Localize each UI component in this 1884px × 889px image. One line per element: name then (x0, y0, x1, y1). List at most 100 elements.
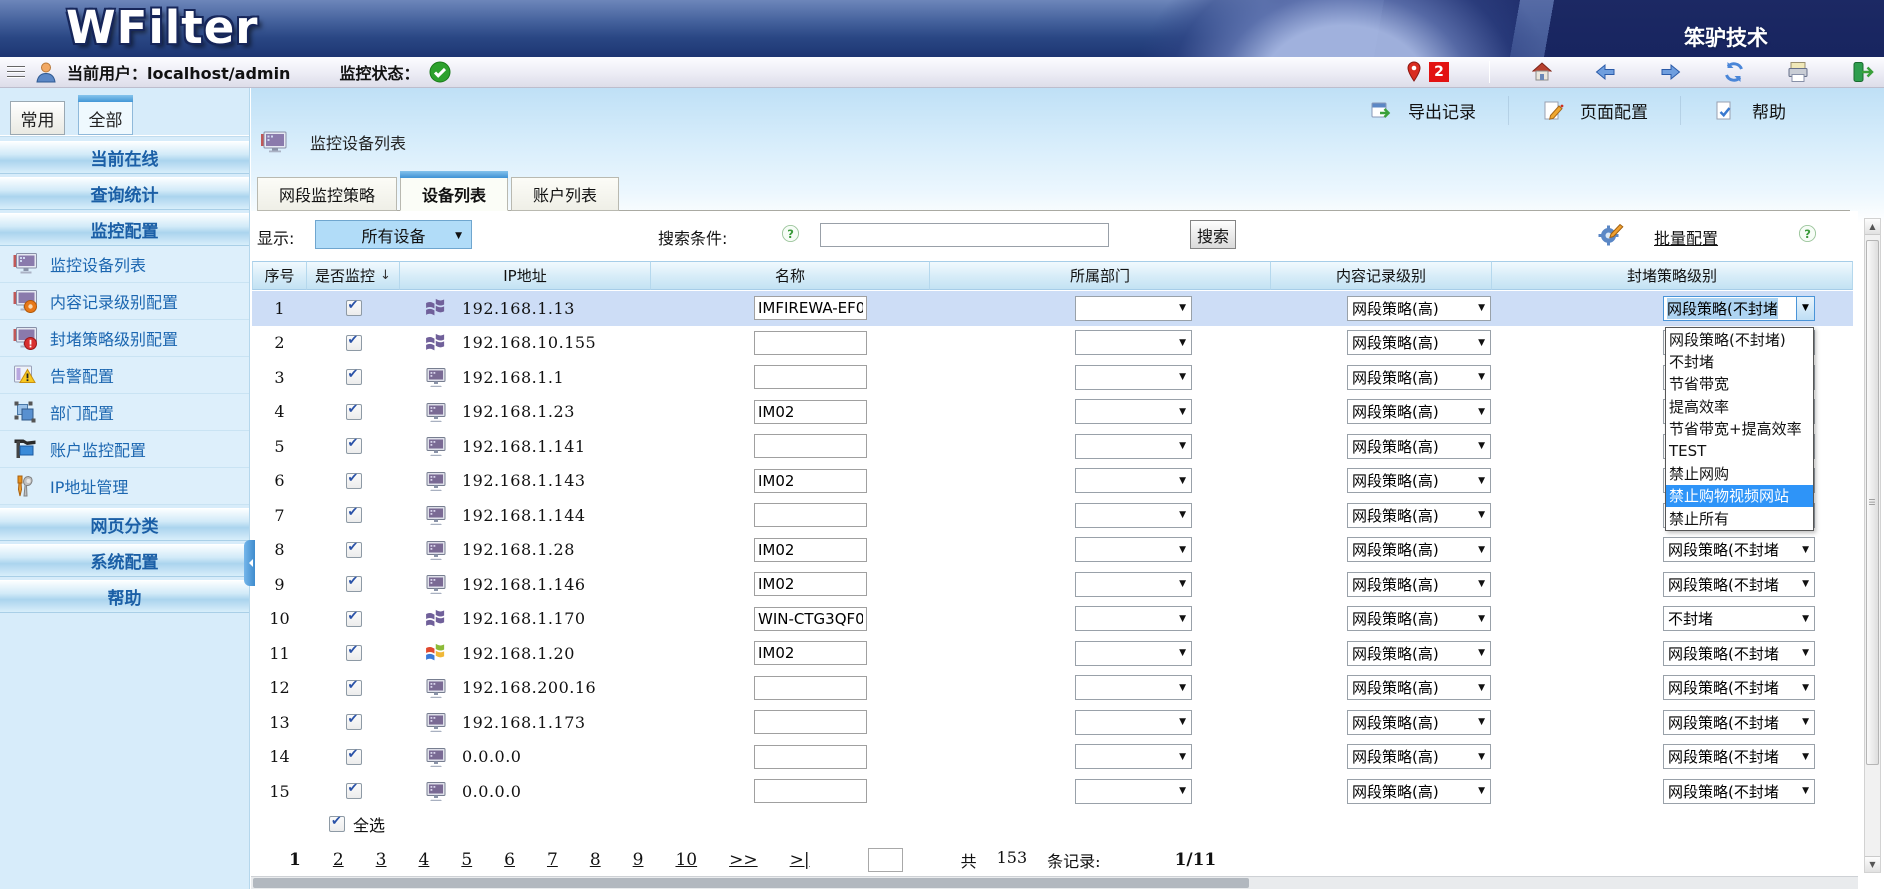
monitor-checkbox[interactable] (346, 576, 362, 592)
sidebar-section-系统配置[interactable]: 系统配置 (0, 544, 249, 577)
device-name-input[interactable] (754, 710, 867, 734)
monitor-checkbox[interactable] (346, 783, 362, 799)
dropdown-option[interactable]: 不封堵 (1666, 350, 1813, 372)
monitor-checkbox[interactable] (346, 438, 362, 454)
device-name-input[interactable] (754, 503, 867, 527)
content-level-select[interactable]: 网段策略(高)▼ (1347, 434, 1491, 459)
content-level-select[interactable]: 网段策略(高)▼ (1347, 641, 1491, 666)
printer-icon[interactable] (1786, 60, 1810, 84)
refresh-icon[interactable] (1722, 60, 1746, 84)
content-level-select[interactable]: 网段策略(高)▼ (1347, 399, 1491, 424)
page-link-4[interactable]: 4 (419, 850, 430, 870)
device-name-input[interactable] (754, 434, 867, 458)
vertical-scrollbar[interactable]: ▲ ☰ ▼ (1864, 218, 1881, 873)
page-link-7[interactable]: 7 (547, 850, 558, 870)
page-link-6[interactable]: 6 (504, 850, 515, 870)
page-link-9[interactable]: 9 (633, 850, 644, 870)
department-select[interactable]: ▼ (1075, 744, 1192, 769)
search-input[interactable] (820, 223, 1109, 247)
sidebar-tab-常用[interactable]: 常用 (10, 101, 65, 135)
content-level-select[interactable]: 网段策略(高)▼ (1347, 675, 1491, 700)
monitor-checkbox[interactable] (346, 749, 362, 765)
device-name-input[interactable] (754, 607, 867, 631)
content-level-select[interactable]: 网段策略(高)▼ (1347, 572, 1491, 597)
content-level-select[interactable]: 网段策略(高)▼ (1347, 710, 1491, 735)
tab-账户列表[interactable]: 账户列表 (511, 177, 619, 211)
column-header-封堵策略级别[interactable]: 封堵策略级别 (1492, 261, 1853, 290)
content-level-select[interactable]: 网段策略(高)▼ (1347, 468, 1491, 493)
alert-count-badge[interactable]: 2 (1429, 62, 1449, 82)
device-name-input[interactable] (754, 779, 867, 803)
tab-设备列表[interactable]: 设备列表 (400, 177, 508, 211)
monitor-checkbox[interactable] (346, 645, 362, 661)
select-all-checkbox[interactable] (329, 816, 345, 832)
dropdown-option[interactable]: TEST (1666, 440, 1813, 462)
page-link-10[interactable]: 10 (675, 850, 697, 870)
block-policy-select[interactable]: 网段策略(不封堵▼ (1663, 296, 1815, 321)
content-level-select[interactable]: 网段策略(高)▼ (1347, 606, 1491, 631)
vertical-scrollbar-thumb[interactable]: ☰ (1866, 240, 1879, 765)
department-select[interactable]: ▼ (1075, 503, 1192, 528)
content-level-select[interactable]: 网段策略(高)▼ (1347, 365, 1491, 390)
dropdown-option[interactable]: 禁止所有 (1666, 507, 1813, 529)
sidebar-section-网页分类[interactable]: 网页分类 (0, 508, 249, 541)
department-select[interactable]: ▼ (1075, 779, 1192, 804)
device-name-input[interactable] (754, 296, 867, 320)
search-button[interactable]: 搜索 (1190, 220, 1236, 249)
menu-icon[interactable] (7, 66, 25, 78)
department-select[interactable]: ▼ (1075, 468, 1192, 493)
block-policy-select[interactable]: 网段策略(不封堵▼ (1663, 537, 1815, 562)
department-select[interactable]: ▼ (1075, 434, 1192, 459)
column-header-是否监控[interactable]: 是否监控↓ (307, 261, 400, 290)
device-name-input[interactable] (754, 676, 867, 700)
page-config-button[interactable]: 页面配置 (1508, 96, 1680, 125)
export-records-button[interactable]: 导出记录 (1337, 96, 1508, 125)
device-name-input[interactable] (754, 331, 867, 355)
department-select[interactable]: ▼ (1075, 675, 1192, 700)
device-name-input[interactable] (754, 641, 867, 665)
monitor-checkbox[interactable] (346, 542, 362, 558)
horizontal-scrollbar-thumb[interactable] (253, 878, 1249, 888)
sidebar-item-账户监控配置[interactable]: 账户监控配置 (0, 431, 249, 468)
batch-help-icon[interactable]: ? (1798, 224, 1817, 243)
sidebar-section-监控配置[interactable]: 监控配置 (0, 213, 249, 246)
page-link-8[interactable]: 8 (590, 850, 601, 870)
sidebar-section-查询统计[interactable]: 查询统计 (0, 177, 249, 210)
monitor-checkbox[interactable] (346, 300, 362, 316)
block-policy-select[interactable]: 网段策略(不封堵▼ (1663, 572, 1815, 597)
department-select[interactable]: ▼ (1075, 606, 1192, 631)
sidebar-item-部门配置[interactable]: 部门配置 (0, 394, 249, 431)
sidebar-collapse-handle[interactable] (244, 540, 255, 586)
back-arrow-icon[interactable] (1594, 60, 1618, 84)
monitor-checkbox[interactable] (346, 335, 362, 351)
page-link->>[interactable]: >> (729, 850, 758, 870)
content-level-select[interactable]: 网段策略(高)▼ (1347, 779, 1491, 804)
department-select[interactable]: ▼ (1075, 330, 1192, 355)
device-name-input[interactable] (754, 400, 867, 424)
dropdown-option[interactable]: 禁止网购 (1666, 462, 1813, 484)
forward-arrow-icon[interactable] (1658, 60, 1682, 84)
sidebar-item-告警配置[interactable]: 告警配置 (0, 357, 249, 394)
monitor-checkbox[interactable] (346, 507, 362, 523)
horizontal-scrollbar[interactable] (251, 876, 1858, 889)
alert-pin-icon[interactable] (1402, 60, 1426, 84)
block-policy-select[interactable]: 网段策略(不封堵▼ (1663, 675, 1815, 700)
dropdown-option[interactable]: 节省带宽+提高效率 (1666, 418, 1813, 440)
department-select[interactable]: ▼ (1075, 641, 1192, 666)
column-header-内容记录级别[interactable]: 内容记录级别 (1271, 261, 1492, 290)
monitor-checkbox[interactable] (346, 369, 362, 385)
monitor-checkbox[interactable] (346, 473, 362, 489)
sidebar-item-监控设备列表[interactable]: 监控设备列表 (0, 246, 249, 283)
sidebar-item-IP地址管理[interactable]: IP地址管理 (0, 468, 249, 505)
department-select[interactable]: ▼ (1075, 710, 1192, 735)
department-select[interactable]: ▼ (1075, 296, 1192, 321)
monitor-checkbox[interactable] (346, 680, 362, 696)
department-select[interactable]: ▼ (1075, 572, 1192, 597)
device-filter-select[interactable]: 所有设备 ▼ (315, 220, 472, 249)
block-policy-select[interactable]: 网段策略(不封堵▼ (1663, 779, 1815, 804)
content-level-select[interactable]: 网段策略(高)▼ (1347, 744, 1491, 769)
column-header-IP地址[interactable]: IP地址 (400, 261, 651, 290)
content-level-select[interactable]: 网段策略(高)▼ (1347, 503, 1491, 528)
device-name-input[interactable] (754, 538, 867, 562)
department-select[interactable]: ▼ (1075, 537, 1192, 562)
